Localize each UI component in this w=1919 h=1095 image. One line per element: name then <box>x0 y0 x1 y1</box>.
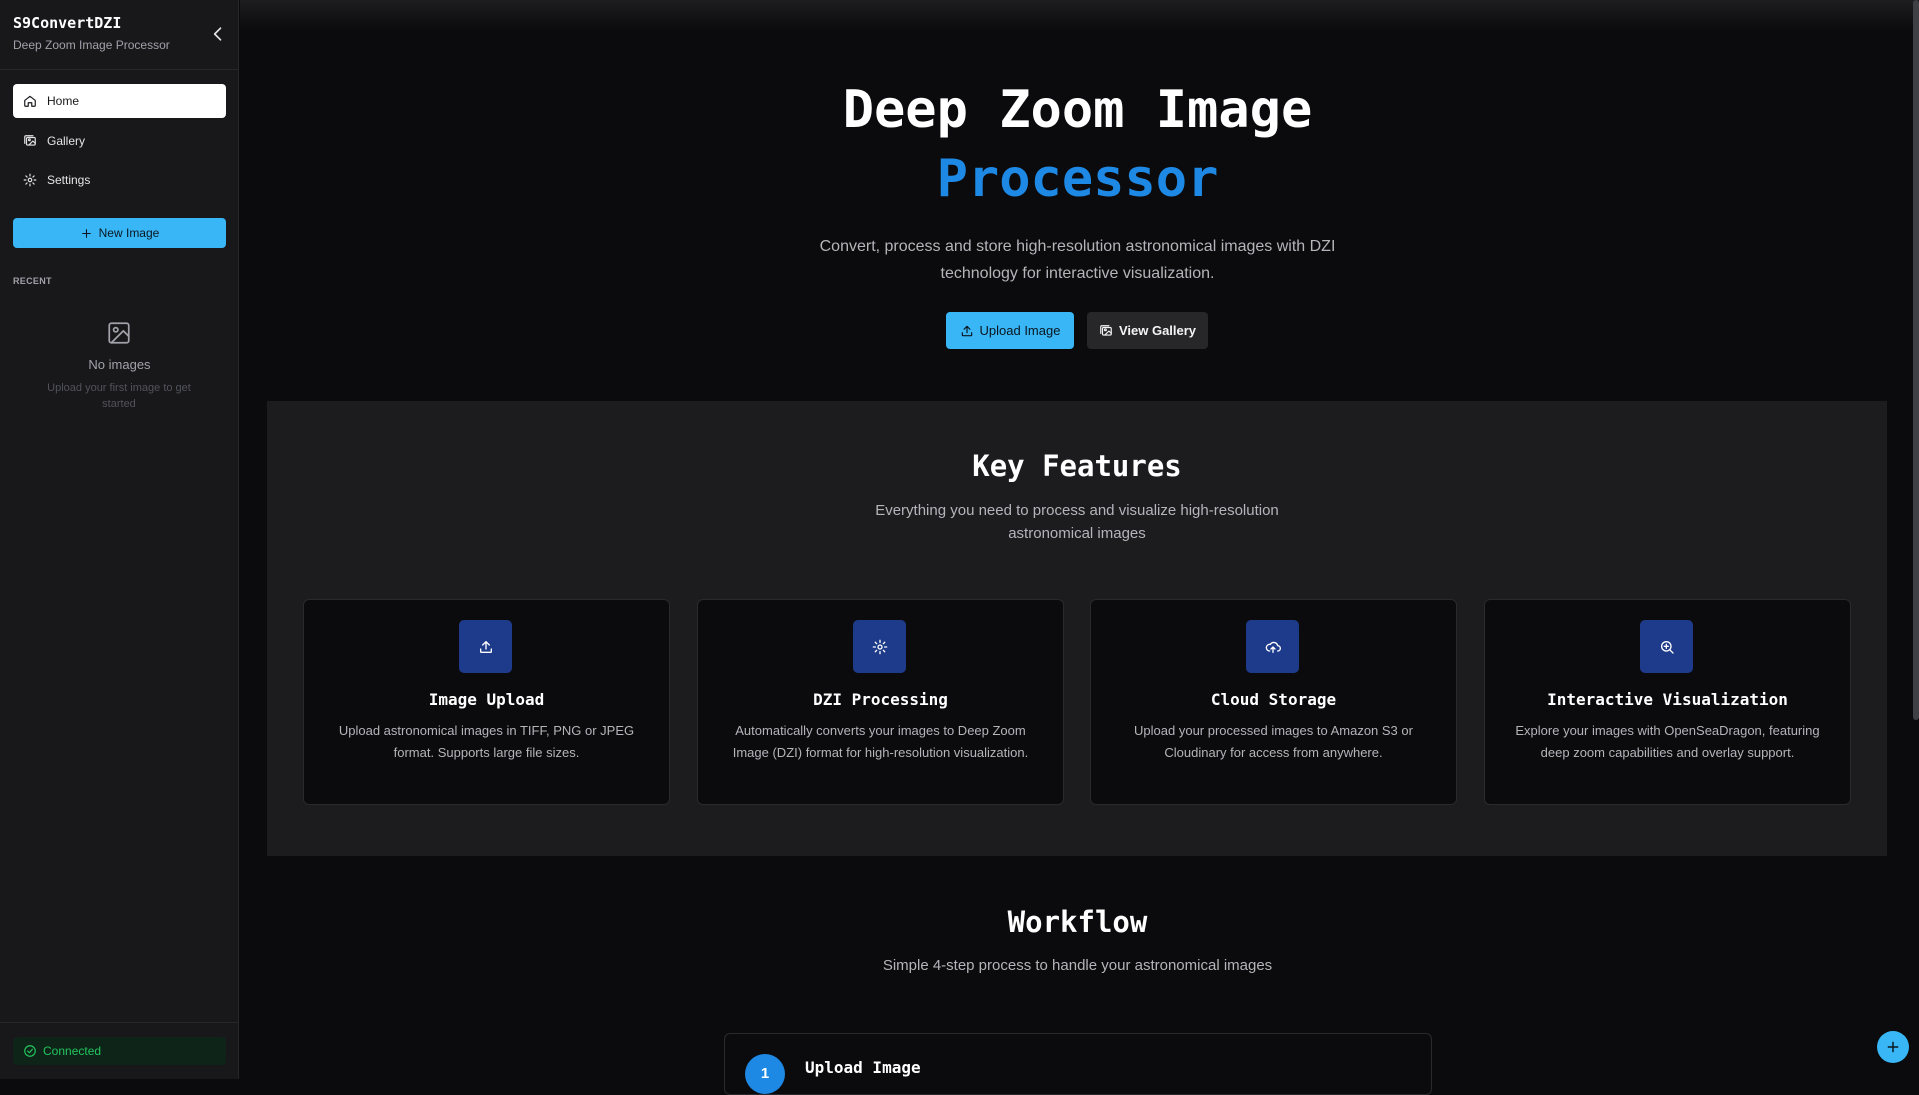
features-description: Everything you need to process and visua… <box>875 502 1279 542</box>
connection-status-text: Connected <box>43 1044 102 1058</box>
hero-description: Convert, process and store high-resoluti… <box>819 238 1336 282</box>
feature-card-title: Cloud Storage <box>1210 690 1337 709</box>
empty-state-subtitle: Upload your first image to get started <box>47 382 191 410</box>
workflow-title: Workflow <box>1007 905 1148 939</box>
workflow-description: Simple 4-step process to handle your ast… <box>882 957 1273 974</box>
feature-card-cloud-storage: Cloud Storage Upload your processed imag… <box>1090 599 1457 805</box>
floating-add-button[interactable] <box>1877 1031 1909 1063</box>
sidebar-divider <box>0 69 238 70</box>
feature-card-image-upload: Image Upload Upload astronomical images … <box>303 599 670 805</box>
new-image-label: New Image <box>98 226 160 240</box>
home-icon <box>24 95 36 107</box>
feature-card-description: Upload astronomical images in TIFF, PNG … <box>338 723 635 760</box>
sidebar-item-label: Gallery <box>47 134 86 148</box>
recent-section-label: RECENT <box>13 276 52 286</box>
check-circle-icon <box>24 1045 36 1057</box>
sidebar: S9ConvertDZI Deep Zoom Image Processor H… <box>0 0 239 1079</box>
sidebar-item-home[interactable]: Home <box>13 84 226 118</box>
workflow-step-number: 1 <box>745 1054 785 1094</box>
feature-card-description: Automatically converts your images to De… <box>732 723 1029 760</box>
feature-card-title: Interactive Visualization <box>1547 690 1788 709</box>
empty-state-title: No images <box>88 357 151 372</box>
hero-title: Deep Zoom Image <box>842 80 1313 140</box>
sidebar-item-settings[interactable]: Settings <box>13 163 226 197</box>
feature-card-title: Image Upload <box>428 690 545 709</box>
upload-image-button[interactable]: Upload Image <box>946 312 1074 349</box>
sidebar-footer-divider <box>0 1022 238 1023</box>
sidebar-item-gallery[interactable]: Gallery <box>13 124 226 158</box>
gallery-icon <box>1100 324 1112 336</box>
sidebar-header: S9ConvertDZI Deep Zoom Image Processor <box>13 14 238 52</box>
workflow-step-title: Upload Image <box>805 1058 921 1077</box>
collapse-sidebar-button[interactable] <box>208 24 228 44</box>
cloud-upload-icon <box>1265 641 1281 653</box>
plus-icon <box>1887 1041 1899 1053</box>
feature-icon-box <box>459 620 512 673</box>
upload-icon <box>479 640 492 653</box>
sidebar-item-label: Home <box>47 94 80 108</box>
main-content: Deep Zoom Image Processor Convert, proce… <box>240 0 1919 1095</box>
image-placeholder-icon <box>108 322 130 344</box>
workflow-step-card: 1 Upload Image <box>724 1033 1432 1095</box>
app-brand: S9ConvertDZI <box>13 14 122 32</box>
hero-title-highlight: Processor <box>936 149 1219 209</box>
feature-card-interactive-visualization: Interactive Visualization Explore your i… <box>1484 599 1851 805</box>
gallery-icon <box>24 135 36 146</box>
feature-card-description: Explore your images with OpenSeaDragon, … <box>1515 723 1820 760</box>
view-gallery-button[interactable]: View Gallery <box>1087 312 1208 349</box>
zoom-in-icon <box>1660 640 1674 654</box>
feature-icon-box <box>1640 620 1693 673</box>
gear-icon <box>23 173 37 187</box>
gear-icon <box>872 639 887 654</box>
page-scrollbar[interactable] <box>1913 0 1919 720</box>
chevron-left-icon <box>213 27 222 41</box>
view-gallery-label: View Gallery <box>1118 323 1197 338</box>
upload-icon <box>961 325 972 336</box>
key-features-section: Key Features Everything you need to proc… <box>267 401 1887 856</box>
feature-icon-box <box>853 620 906 673</box>
feature-icon-box <box>1246 620 1299 673</box>
upload-image-label: Upload Image <box>979 323 1061 338</box>
feature-card-description: Upload your processed images to Amazon S… <box>1134 723 1413 760</box>
top-shade <box>240 0 1919 30</box>
app-subtitle: Deep Zoom Image Processor <box>13 38 170 52</box>
feature-card-dzi-processing: DZI Processing Automatically converts yo… <box>697 599 1064 805</box>
new-image-button[interactable]: New Image <box>13 218 226 248</box>
plus-icon <box>81 228 91 238</box>
connection-status-badge: Connected <box>13 1037 226 1065</box>
feature-card-title: DZI Processing <box>813 690 948 709</box>
features-title: Key Features <box>972 449 1182 483</box>
sidebar-item-label: Settings <box>47 173 91 187</box>
